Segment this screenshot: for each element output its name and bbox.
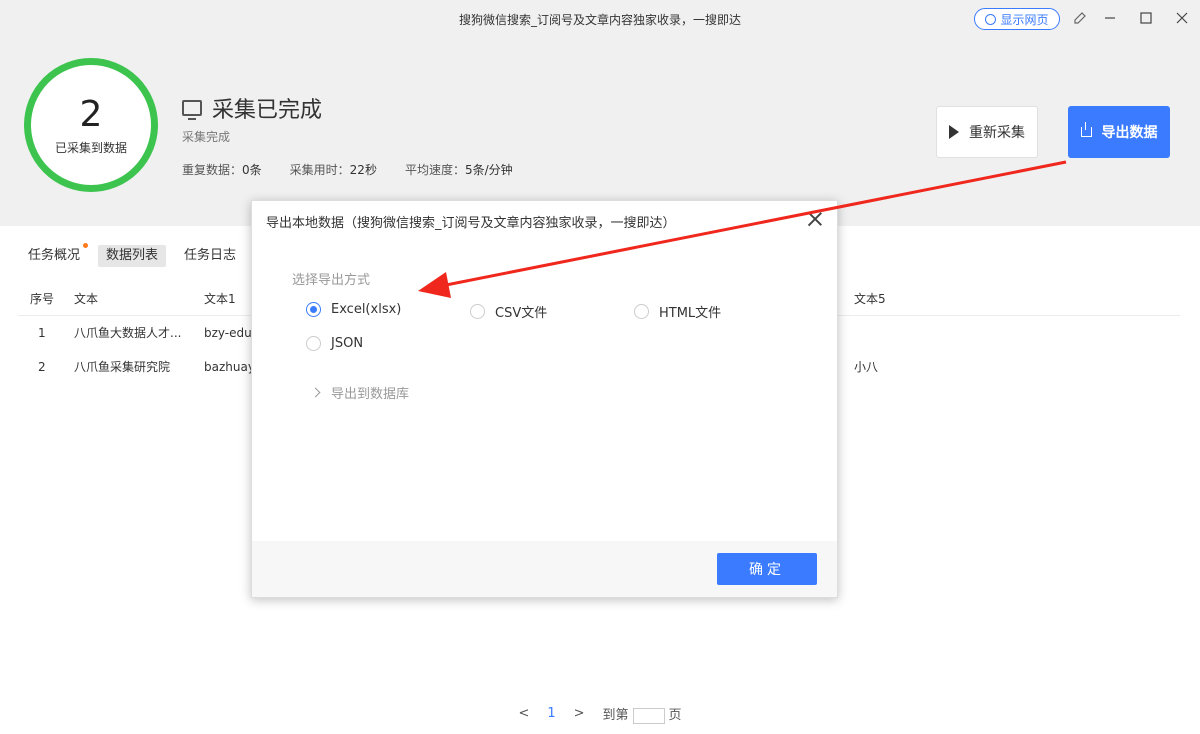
radio-csv[interactable]: CSV文件 [470, 302, 547, 321]
tab-bar: 任务概况 数据列表 任务日志 [20, 243, 244, 267]
radio-circle [634, 304, 649, 319]
upload-icon [1080, 122, 1092, 137]
radio-html[interactable]: HTML文件 [634, 302, 721, 321]
chevron-right-icon [310, 387, 321, 398]
tab-data-list[interactable]: 数据列表 [98, 245, 167, 267]
dialog-title: 导出本地数据（搜狗微信搜索_订阅号及文章内容独家收录，一搜即达） [266, 216, 676, 231]
maximize-icon[interactable] [1138, 10, 1154, 26]
recollect-label: 重新采集 [969, 125, 1025, 141]
export-to-database-toggle[interactable]: 导出到数据库 [310, 383, 409, 402]
show-web-button[interactable]: 显示网页 [974, 8, 1060, 30]
edit-icon[interactable] [1072, 10, 1088, 26]
radio-circle [470, 304, 485, 319]
export-dialog: 导出本地数据（搜狗微信搜索_订阅号及文章内容独家收录，一搜即达） 选择导出方式 … [251, 200, 838, 598]
close-window-icon[interactable] [1174, 10, 1190, 26]
status-subtitle: 采集完成 [182, 130, 231, 144]
pagination: < 1 > 到第页 [0, 704, 1200, 724]
tab-log[interactable]: 任务日志 [176, 245, 244, 267]
summary-panel: 搜狗微信搜索_订阅号及文章内容独家收录，一搜即达 显示网页 2 已采集到数据 采… [0, 0, 1200, 226]
export-method-label: 选择导出方式 [292, 273, 371, 288]
export-label: 导出数据 [1101, 125, 1158, 141]
status-heading: 采集已完成 [182, 92, 322, 124]
radio-circle [306, 336, 321, 351]
confirm-button[interactable]: 确定 [717, 553, 817, 585]
show-web-label: 显示网页 [1000, 12, 1049, 27]
recollect-button[interactable]: 重新采集 [936, 106, 1038, 158]
export-button[interactable]: 导出数据 [1068, 106, 1170, 158]
dup-stat: 重复数据：0条 [182, 163, 262, 177]
time-stat: 采集用时：22秒 [289, 163, 377, 177]
radio-circle [306, 302, 321, 317]
goto-page: 到第页 [602, 707, 682, 724]
stats-row: 重复数据：0条 采集用时：22秒 平均速度：5条/分钟 [182, 161, 513, 178]
header-text5: 文本5 [854, 292, 886, 306]
current-page[interactable]: 1 [547, 706, 555, 721]
play-icon [949, 125, 959, 139]
collected-count: 2 [79, 93, 103, 135]
close-icon[interactable] [807, 211, 823, 227]
radio-json[interactable]: JSON [306, 336, 363, 351]
collected-count-ring: 2 已采集到数据 [24, 58, 158, 192]
speed-stat: 平均速度：5条/分钟 [404, 163, 513, 177]
goto-page-input[interactable] [632, 707, 665, 724]
next-page-icon[interactable]: > [574, 706, 585, 721]
collected-count-label: 已采集到数据 [54, 140, 127, 155]
prev-page-icon[interactable]: < [518, 706, 529, 721]
header-text: 文本 [74, 292, 99, 306]
header-text1: 文本1 [204, 292, 236, 306]
notification-dot [83, 243, 89, 248]
status-title: 采集已完成 [212, 98, 323, 123]
monitor-icon [182, 100, 202, 120]
dialog-footer: 确定 [252, 541, 837, 597]
radio-excel[interactable]: Excel(xlsx) [306, 302, 401, 317]
minimize-icon[interactable] [1102, 10, 1118, 26]
compass-icon [985, 13, 997, 25]
header-index: 序号 [30, 292, 55, 306]
tab-overview[interactable]: 任务概况 [20, 243, 89, 267]
